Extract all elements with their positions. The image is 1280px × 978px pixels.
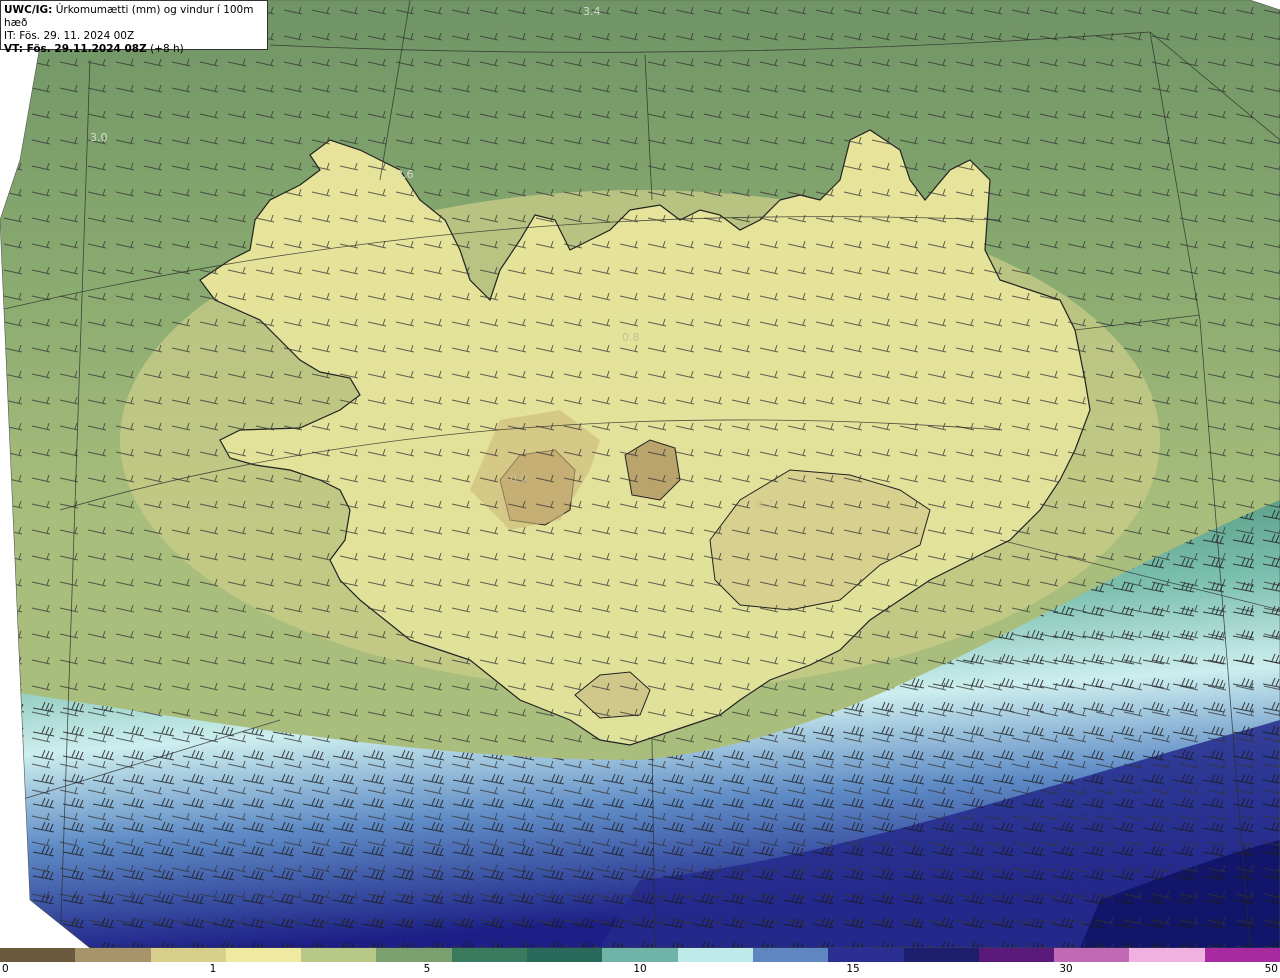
title-line: UWC/IG: Úrkomumætti (mm) og vindur í 100… bbox=[4, 4, 264, 30]
colorbar-tick: 30 bbox=[1059, 963, 1073, 975]
contour-label: 3.0 bbox=[90, 131, 108, 144]
colorbar-segment bbox=[1054, 948, 1130, 962]
colorbar bbox=[0, 948, 1280, 962]
colorbar-segment bbox=[376, 948, 452, 962]
colorbar-tick: 15 bbox=[846, 963, 860, 975]
colorbar-segment bbox=[1129, 948, 1205, 962]
colorbar-segment bbox=[1204, 948, 1280, 962]
colorbar-segment bbox=[0, 948, 76, 962]
colorbar-segment bbox=[677, 948, 753, 962]
colorbar-segment bbox=[225, 948, 302, 962]
colorbar-tick: 5 bbox=[423, 963, 431, 975]
colorbar-segment bbox=[602, 948, 678, 962]
colorbar-tick: 0 bbox=[2, 963, 9, 975]
precipitation-map bbox=[0, 0, 1280, 948]
colorbar-tick: 50 bbox=[1264, 963, 1278, 975]
colorbar-segment bbox=[903, 948, 979, 962]
colorbar-tick: 1 bbox=[209, 963, 217, 975]
colorbar-segment bbox=[978, 948, 1055, 962]
colorbar-segment bbox=[451, 948, 528, 962]
contour-label: 0.7 bbox=[756, 498, 774, 511]
colorbar-ticks: 0 1 5 10 15 30 50 bbox=[0, 962, 1280, 978]
init-time: IT: Fös. 29. 11. 2024 00Z bbox=[4, 30, 135, 42]
colorbar-segment bbox=[75, 948, 151, 962]
map-title-box: UWC/IG: Úrkomumætti (mm) og vindur í 100… bbox=[0, 0, 268, 55]
colorbar-segment bbox=[828, 948, 904, 962]
colorbar-segment bbox=[752, 948, 829, 962]
colorbar-segment bbox=[527, 948, 603, 962]
valid-time: VT: Fös. 29.11.2024 08Z bbox=[4, 43, 147, 55]
contour-label: 3.6 bbox=[396, 168, 414, 181]
contour-label: 3.4 bbox=[583, 5, 601, 18]
colorbar-segment bbox=[301, 948, 377, 962]
valid-time-line: VT: Fös. 29.11.2024 08Z (+8 h) bbox=[4, 43, 264, 56]
product-name: UWC/IG: bbox=[4, 4, 53, 16]
contour-label: 0.8 bbox=[622, 331, 640, 344]
forecast-offset: (+8 h) bbox=[150, 43, 184, 55]
contour-label: 0.0 bbox=[510, 472, 528, 485]
colorbar-segment bbox=[150, 948, 226, 962]
colorbar-tick: 10 bbox=[633, 963, 647, 975]
